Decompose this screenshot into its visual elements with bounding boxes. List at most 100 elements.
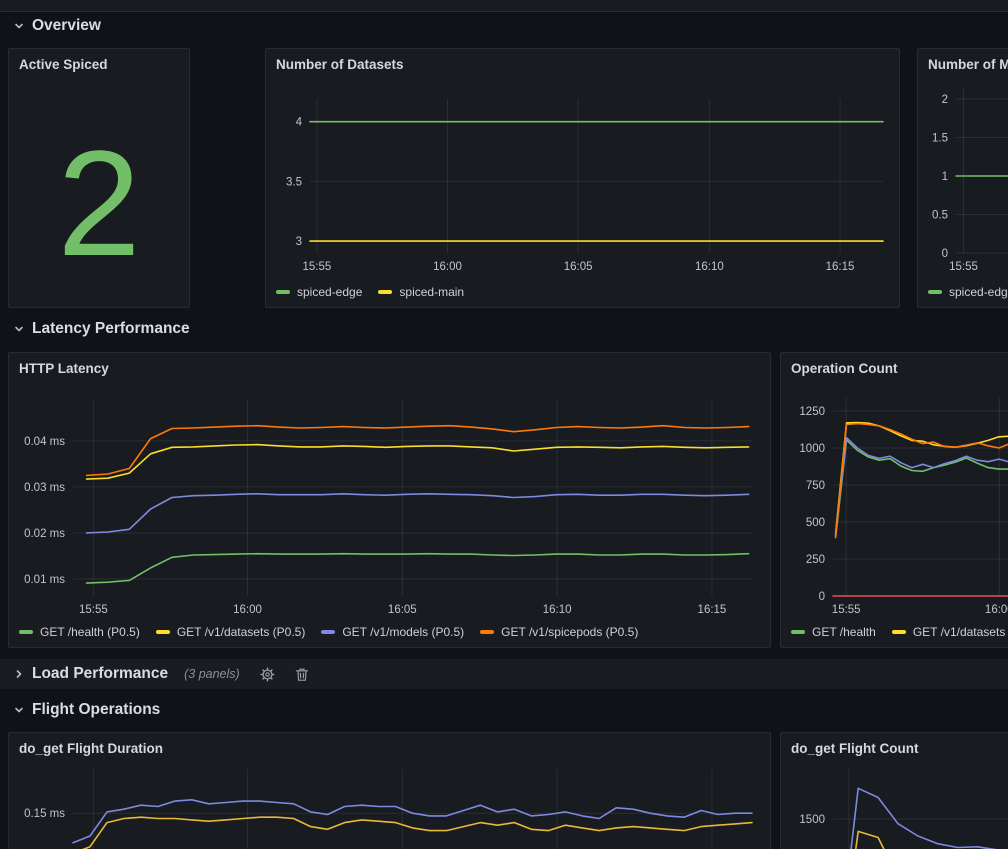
svg-text:2: 2	[942, 94, 948, 106]
svg-text:15:55: 15:55	[79, 604, 108, 616]
panel-number-of-models: Number of Mo 15:550 0.5 1 1.5 2 spiced-edge	[917, 48, 1008, 308]
svg-text:0.03 ms: 0.03 ms	[24, 482, 65, 494]
number-of-models-chart[interactable]: 15:550 0.5 1 1.5 2	[926, 83, 1008, 299]
svg-text:250: 250	[806, 554, 825, 566]
panel-http-latency: HTTP Latency 15:5516:0016:0516:1016:150.…	[8, 352, 771, 648]
panel-title-do-get-flight-duration[interactable]: do_get Flight Duration	[9, 733, 770, 756]
section-header-flight-operations[interactable]: Flight Operations	[13, 701, 160, 719]
svg-text:0: 0	[942, 248, 948, 260]
top-toolbar-edge	[0, 0, 1008, 12]
svg-text:16:15: 16:15	[698, 604, 727, 616]
svg-text:0.02 ms: 0.02 ms	[24, 528, 65, 540]
svg-text:16:15: 16:15	[826, 261, 855, 273]
svg-text:0: 0	[819, 591, 825, 603]
legend-item[interactable]: GET /v1/models (P0.5)	[321, 625, 464, 639]
svg-text:16:00: 16:00	[233, 604, 262, 616]
panel-operation-count: Operation Count 15:55 16:00 0 250 500 750 1000…	[780, 352, 1008, 648]
svg-text:1000: 1000	[799, 443, 825, 455]
legend-number-of-datasets: spiced-edge spiced-main	[276, 285, 480, 299]
legend-swatch	[276, 290, 290, 294]
panel-number-of-datasets: Number of Datasets 15:55 16:00 16:05 16:10 1…	[265, 48, 900, 308]
chevron-down-icon	[13, 323, 25, 335]
section-header-overview[interactable]: Overview	[13, 17, 101, 35]
legend-swatch	[321, 630, 335, 634]
panel-title-http-latency[interactable]: HTTP Latency	[9, 353, 770, 376]
section-title: Flight Operations	[32, 701, 160, 719]
legend-item[interactable]: spiced-edge	[928, 285, 1008, 299]
svg-text:0.5: 0.5	[932, 210, 948, 222]
legend-swatch	[19, 630, 33, 634]
section-title: Overview	[32, 17, 101, 35]
legend-label: GET /v1/datasets (P0.5)	[177, 625, 306, 639]
svg-text:750: 750	[806, 480, 825, 492]
legend-operation-count: GET /health GET /v1/datasets	[791, 625, 1008, 639]
svg-text:0.15 ms: 0.15 ms	[24, 808, 65, 820]
panel-count-note: (3 panels)	[184, 667, 240, 681]
svg-text:3: 3	[296, 236, 302, 248]
svg-text:1: 1	[942, 171, 948, 183]
panel-do-get-flight-count: do_get Flight Count 1500	[780, 732, 1008, 849]
row-delete-button[interactable]	[295, 667, 309, 682]
panel-title-active-spiced[interactable]: Active Spiced	[9, 49, 189, 72]
section-title: Load Performance	[32, 665, 168, 683]
svg-text:15:55: 15:55	[832, 604, 861, 616]
svg-text:1.5: 1.5	[932, 133, 948, 145]
svg-text:16:05: 16:05	[564, 261, 593, 273]
section-header-load-performance[interactable]: Load Performance (3 panels)	[0, 659, 1008, 689]
legend-swatch	[892, 630, 906, 634]
legend-swatch	[928, 290, 942, 294]
legend-item[interactable]: GET /health	[791, 625, 876, 639]
legend-label: GET /v1/spicepods (P0.5)	[501, 625, 638, 639]
svg-text:15:55: 15:55	[949, 261, 978, 273]
panel-title-number-of-datasets[interactable]: Number of Datasets	[266, 49, 899, 72]
panel-title-do-get-flight-count[interactable]: do_get Flight Count	[781, 733, 1008, 756]
svg-text:16:00: 16:00	[433, 261, 462, 273]
legend-number-of-models: spiced-edge	[928, 285, 1008, 299]
legend-label: GET /health (P0.5)	[40, 625, 140, 639]
http-latency-chart[interactable]: 15:5516:0016:0516:1016:150.01 ms0.02 ms0…	[17, 385, 764, 635]
panel-do-get-flight-duration: do_get Flight Duration 0.15 ms	[8, 732, 771, 849]
chevron-down-icon	[13, 704, 25, 716]
legend-item[interactable]: GET /v1/spicepods (P0.5)	[480, 625, 638, 639]
panel-active-spiced: Active Spiced 2	[8, 48, 190, 308]
stat-value: 2	[9, 99, 189, 307]
svg-text:0.04 ms: 0.04 ms	[24, 436, 65, 448]
do-get-flight-duration-chart[interactable]: 0.15 ms	[17, 763, 764, 849]
operation-count-chart[interactable]: 15:5516:00025050075010001250	[789, 385, 1008, 635]
legend-label: spiced-edge	[297, 285, 362, 299]
legend-label: GET /v1/models (P0.5)	[342, 625, 464, 639]
panel-title-operation-count[interactable]: Operation Count	[781, 353, 1008, 376]
gear-icon	[260, 667, 275, 682]
section-header-latency-performance[interactable]: Latency Performance	[13, 320, 190, 338]
chevron-down-icon	[13, 20, 25, 32]
number-of-datasets-chart[interactable]: 15:5516:0016:0516:1016:1533.54	[274, 83, 893, 299]
svg-text:16:05: 16:05	[388, 604, 417, 616]
section-title: Latency Performance	[32, 320, 190, 338]
do-get-flight-count-chart[interactable]: 1500	[789, 763, 1008, 849]
svg-text:15:55: 15:55	[302, 261, 331, 273]
panel-title-number-of-models[interactable]: Number of Mo	[918, 49, 1008, 72]
row-settings-button[interactable]	[260, 667, 275, 682]
legend-http-latency: GET /health (P0.5) GET /v1/datasets (P0.5…	[19, 625, 654, 639]
legend-item[interactable]: GET /health (P0.5)	[19, 625, 140, 639]
legend-item[interactable]: spiced-main	[378, 285, 464, 299]
chevron-right-icon	[13, 668, 25, 680]
legend-label: spiced-main	[399, 285, 464, 299]
legend-label: GET /health	[812, 625, 876, 639]
legend-swatch	[480, 630, 494, 634]
legend-item[interactable]: spiced-edge	[276, 285, 362, 299]
legend-label: GET /v1/datasets	[913, 625, 1006, 639]
svg-text:500: 500	[806, 517, 825, 529]
svg-text:16:10: 16:10	[695, 261, 724, 273]
trash-icon	[295, 667, 309, 682]
legend-item[interactable]: GET /v1/datasets (P0.5)	[156, 625, 306, 639]
legend-swatch	[791, 630, 805, 634]
legend-item[interactable]: GET /v1/datasets	[892, 625, 1006, 639]
legend-swatch	[156, 630, 170, 634]
svg-text:16:00: 16:00	[985, 604, 1008, 616]
legend-label: spiced-edge	[949, 285, 1008, 299]
svg-text:1500: 1500	[799, 814, 825, 826]
legend-swatch	[378, 290, 392, 294]
svg-text:0.01 ms: 0.01 ms	[24, 574, 65, 586]
svg-text:4: 4	[296, 117, 303, 129]
